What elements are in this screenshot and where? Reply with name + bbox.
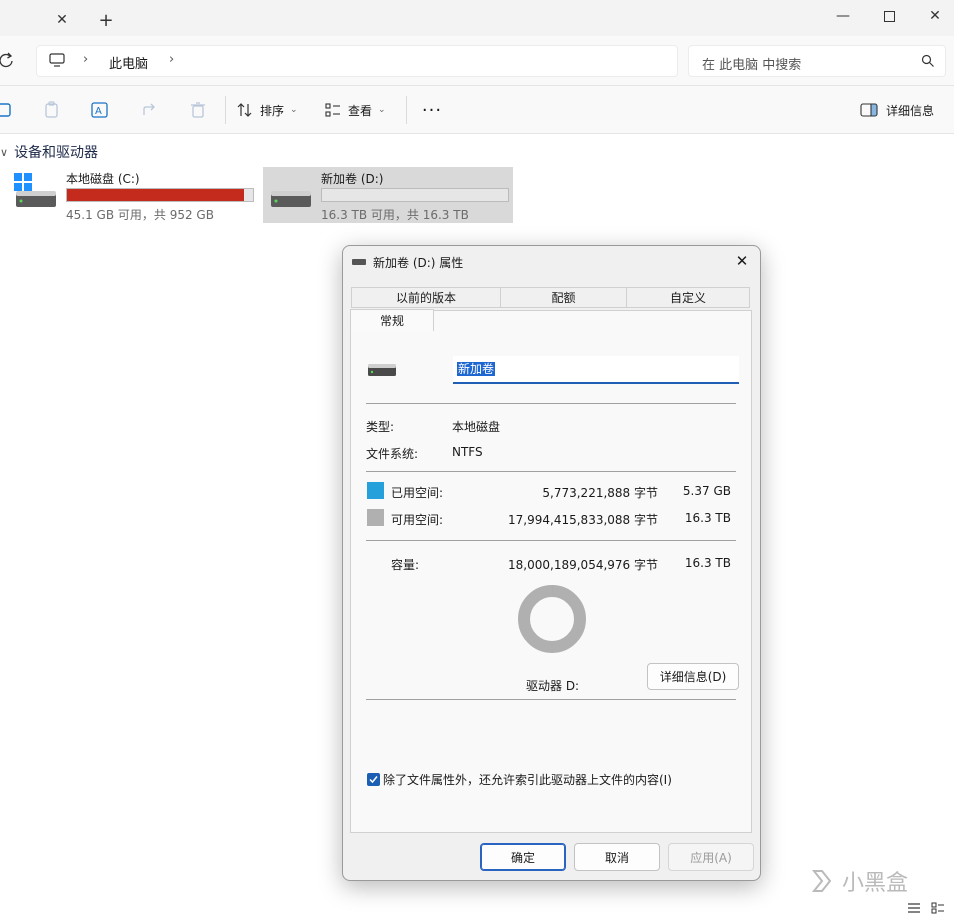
refresh-icon[interactable]: [0, 52, 14, 70]
drive-usage-bar: [66, 188, 254, 202]
ok-button[interactable]: 确定: [480, 843, 566, 871]
drive-name: 新加卷 (D:): [321, 172, 384, 186]
section-title: 设备和驱动器: [14, 145, 99, 161]
capacity-label: 容量:: [391, 558, 420, 572]
divider: [366, 540, 736, 541]
type-value: 本地磁盘: [452, 420, 501, 434]
checkmark-icon: [369, 776, 378, 784]
usage-donut-chart: [518, 585, 586, 653]
details-button[interactable]: 详细信息(D): [647, 663, 739, 690]
status-bar-view-toggles: [907, 902, 945, 914]
section-header[interactable]: ∨ 设备和驱动器: [0, 142, 98, 162]
maximize-button[interactable]: [866, 0, 912, 32]
address-bar[interactable]: › 此电脑 ›: [36, 45, 678, 77]
search-icon: [921, 54, 934, 67]
divider: [406, 96, 407, 124]
drive-tile-c[interactable]: 本地磁盘 (C:) 45.1 GB 可用，共 952 GB: [8, 167, 256, 223]
computer-icon: [49, 53, 65, 67]
breadcrumb-this-pc[interactable]: 此电脑: [109, 53, 148, 72]
free-space-bytes: 17,994,415,833,088 字节: [508, 513, 658, 527]
drive-icon: [352, 259, 366, 265]
watermark-text: 小黑盒: [842, 871, 909, 896]
maximize-icon: [883, 10, 895, 22]
sort-label: 排序: [260, 103, 285, 118]
volume-name-text: 新加卷: [457, 362, 496, 376]
used-space-swatch: [367, 482, 384, 499]
used-space-label: 已用空间:: [391, 486, 444, 500]
general-tab-panel: 新加卷 类型: 本地磁盘 文件系统: NTFS 已用空间: 5,773,221,…: [350, 310, 752, 833]
more-options-button[interactable]: ···: [418, 96, 446, 124]
tiles-view-icon[interactable]: [931, 902, 945, 914]
filesystem-label: 文件系统:: [366, 447, 419, 461]
divider: [366, 471, 736, 472]
free-space-swatch: [367, 509, 384, 526]
new-tab-button[interactable]: +: [84, 4, 128, 36]
search-input[interactable]: 在 此电脑 中搜索: [688, 45, 946, 77]
drive-capacity: 45.1 GB 可用，共 952 GB: [66, 208, 214, 222]
drive-usage-fill: [67, 189, 245, 201]
dialog-title: 新加卷 (D:) 属性: [373, 256, 464, 270]
divider: [366, 699, 736, 700]
view-icon: [325, 103, 340, 117]
properties-dialog: 新加卷 (D:) 属性 ✕ 以前的版本 配额 自定义 工具 硬件 共享 安全 新…: [342, 245, 761, 881]
capacity-bytes: 18,000,189,054,976 字节: [508, 558, 658, 572]
minimize-button[interactable]: —: [820, 0, 866, 32]
view-button[interactable]: 查看 ⌄: [324, 96, 386, 124]
filesystem-value: NTFS: [452, 445, 483, 459]
index-checkbox-label[interactable]: 除了文件属性外，还允许索引此驱动器上文件的内容(I): [383, 771, 672, 788]
type-label: 类型:: [366, 420, 395, 434]
breadcrumb-chevron-icon[interactable]: ›: [169, 52, 174, 67]
details-pane-icon: [860, 103, 878, 117]
free-space-label: 可用空间:: [391, 513, 444, 527]
windows-logo-icon: [14, 173, 32, 191]
hard-drive-icon: [368, 364, 396, 376]
chevron-down-icon: ⌄: [290, 105, 298, 115]
dialog-close-button[interactable]: ✕: [727, 250, 757, 272]
title-bar: ✕ + — ✕: [0, 0, 954, 36]
delete-icon[interactable]: [188, 100, 208, 120]
share-icon[interactable]: [140, 100, 160, 120]
tab-customize[interactable]: 自定义: [626, 287, 750, 308]
drive-capacity: 16.3 TB 可用，共 16.3 TB: [321, 208, 469, 222]
tab-general[interactable]: 常规: [350, 309, 434, 331]
paste-icon[interactable]: [42, 100, 62, 120]
details-label: 详细信息: [886, 103, 935, 118]
volume-name-input[interactable]: 新加卷: [453, 356, 739, 384]
view-label: 查看: [348, 103, 373, 118]
tab-close-button[interactable]: ✕: [40, 4, 84, 36]
watermark: 小黑盒: [808, 866, 938, 896]
new-icon[interactable]: [0, 100, 20, 120]
drive-letter-label: 驱动器 D:: [526, 679, 580, 693]
details-pane-button[interactable]: 详细信息: [860, 96, 934, 124]
drive-usage-bar: [321, 188, 509, 202]
used-space-size: 5.37 GB: [682, 484, 731, 498]
svg-text:A: A: [95, 106, 102, 117]
command-bar: A 排序 ⌄ 查看 ⌄ ··· 详细信息: [0, 86, 954, 134]
tab-previous-versions[interactable]: 以前的版本: [351, 287, 501, 308]
details-view-icon[interactable]: [907, 902, 921, 914]
sort-button[interactable]: 排序 ⌄: [236, 96, 298, 124]
chevron-down-icon: ⌄: [378, 105, 386, 115]
apply-button[interactable]: 应用(A): [668, 843, 754, 871]
free-space-size: 16.3 TB: [684, 511, 731, 525]
drive-name: 本地磁盘 (C:): [66, 172, 140, 186]
capacity-size: 16.3 TB: [684, 556, 731, 570]
hard-drive-icon: [271, 191, 311, 207]
window-close-button[interactable]: ✕: [912, 0, 954, 32]
divider: [366, 403, 736, 404]
rename-icon[interactable]: A: [90, 100, 110, 120]
tab-quota[interactable]: 配额: [500, 287, 627, 308]
index-checkbox[interactable]: [367, 773, 380, 786]
sort-icon: [237, 103, 252, 117]
cancel-button[interactable]: 取消: [574, 843, 660, 871]
used-space-bytes: 5,773,221,888 字节: [542, 486, 658, 500]
drive-tile-d[interactable]: 新加卷 (D:) 16.3 TB 可用，共 16.3 TB: [263, 167, 513, 223]
breadcrumb-chevron-icon[interactable]: ›: [83, 52, 88, 67]
address-row: › 此电脑 › 在 此电脑 中搜索: [0, 36, 954, 86]
chevron-down-icon: ∨: [0, 145, 9, 159]
divider: [225, 96, 226, 124]
watermark-logo-icon: [811, 870, 832, 892]
search-placeholder: 在 此电脑 中搜索: [702, 58, 802, 73]
